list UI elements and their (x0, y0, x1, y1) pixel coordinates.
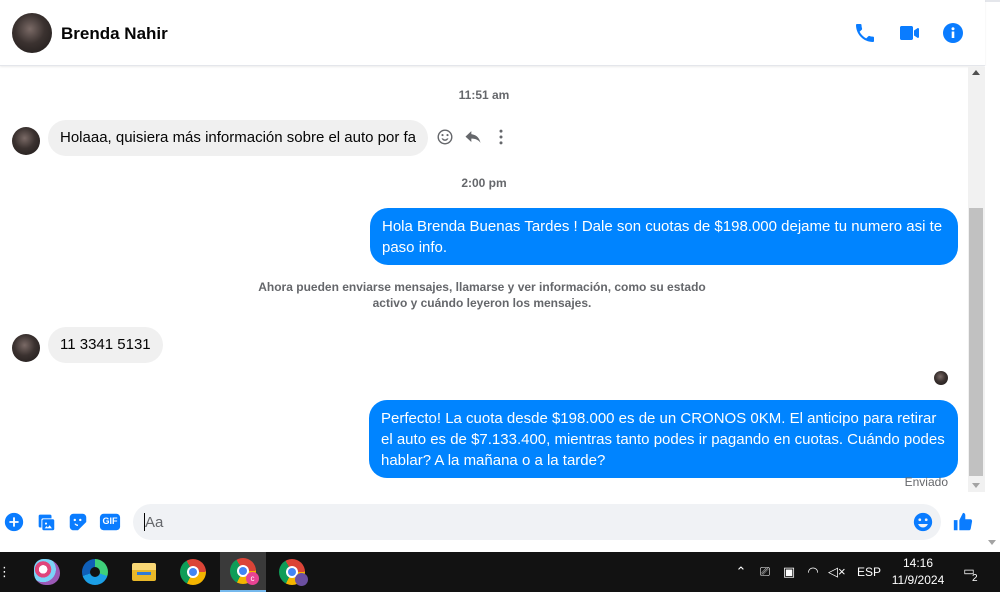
video-camera-icon[interactable] (897, 21, 921, 45)
scroll-up-arrow[interactable] (972, 70, 980, 75)
message-list[interactable]: 11:51 am Holaaa, quisiera más informació… (0, 67, 968, 497)
taskbar-app-chrome[interactable] (170, 552, 216, 592)
gif-label: GIF (102, 516, 118, 526)
timestamp-separator: 2:00 pm (461, 176, 507, 190)
outgoing-message[interactable]: Perfecto! La cuota desde $198.000 es de … (369, 400, 958, 478)
scroll-down-arrow[interactable] (972, 483, 980, 488)
folder-icon (132, 563, 156, 581)
battery-warning-icon[interactable]: ▣ (781, 564, 797, 580)
contact-avatar[interactable] (12, 13, 52, 53)
image-icon[interactable] (35, 511, 57, 533)
delivery-status: Enviado (904, 475, 948, 489)
page-scroll-track (985, 66, 1000, 552)
thumbs-up-icon[interactable] (952, 511, 974, 533)
windows-taskbar: ⋮ c ⌃ ⎚ ▣ ◠ ◁× ESP 14:16 11/9/2024 ▭ 2 (0, 552, 1000, 592)
scroll-thumb[interactable] (969, 208, 983, 476)
taskbar-app-paint[interactable] (24, 552, 70, 592)
contact-name[interactable]: Brenda Nahir (61, 24, 168, 44)
messenger-window: Brenda Nahir 11:51 am Holaaa, quisiera m… (0, 0, 1000, 552)
emoji-icon[interactable] (912, 511, 934, 533)
message-input[interactable] (133, 504, 941, 540)
taskbar-clock-time[interactable]: 14:16 (890, 556, 946, 570)
conversation-scrollbar[interactable] (968, 67, 985, 492)
page-scroll-down-arrow[interactable] (988, 540, 996, 545)
timestamp-separator: 11:51 am (458, 88, 510, 102)
more-options-icon[interactable] (491, 127, 511, 147)
input-language[interactable]: ESP (857, 565, 881, 579)
taskbar-edge-handle: ⋮ (0, 564, 11, 579)
info-icon[interactable] (941, 21, 965, 45)
paint-icon (34, 559, 60, 585)
meet-now-icon[interactable]: ⎚ (757, 564, 773, 580)
outgoing-message[interactable]: Hola Brenda Buenas Tardes ! Dale son cuo… (370, 208, 958, 265)
reply-icon[interactable] (463, 127, 483, 147)
notification-count: 2 (972, 573, 978, 584)
edge-browser-icon (82, 559, 108, 585)
system-notice: Ahora pueden enviarse mensajes, llamarse… (258, 280, 706, 310)
read-receipt-avatar (934, 371, 948, 385)
taskbar-app-edge[interactable] (72, 552, 118, 592)
sender-avatar[interactable] (12, 334, 40, 362)
taskbar-app-chrome-profile-c[interactable]: c (220, 552, 266, 592)
taskbar-app-chrome-profile-2[interactable] (269, 552, 315, 592)
text-caret (144, 513, 145, 531)
sticker-icon[interactable] (67, 511, 89, 533)
taskbar-app-file-explorer[interactable] (121, 552, 167, 592)
message-composer: GIF (0, 500, 985, 546)
plus-icon[interactable] (3, 511, 25, 533)
chevron-up-icon[interactable]: ⌃ (733, 564, 749, 580)
phone-icon[interactable] (853, 21, 877, 45)
chrome-profile-icon (279, 559, 308, 586)
wifi-icon[interactable]: ◠ (805, 564, 821, 580)
emoji-reaction-icon[interactable] (435, 127, 455, 147)
speaker-muted-icon[interactable]: ◁× (828, 564, 846, 580)
taskbar-clock-date[interactable]: 11/9/2024 (888, 573, 948, 587)
incoming-message[interactable]: Holaaa, quisiera más información sobre e… (48, 120, 429, 156)
sender-avatar[interactable] (12, 127, 40, 155)
gif-icon[interactable]: GIF (99, 511, 121, 533)
chrome-icon (180, 559, 206, 585)
incoming-message[interactable]: 11 3341 5131 (48, 327, 163, 363)
chat-header: Brenda Nahir (0, 0, 985, 66)
chrome-profile-icon: c (230, 558, 259, 585)
